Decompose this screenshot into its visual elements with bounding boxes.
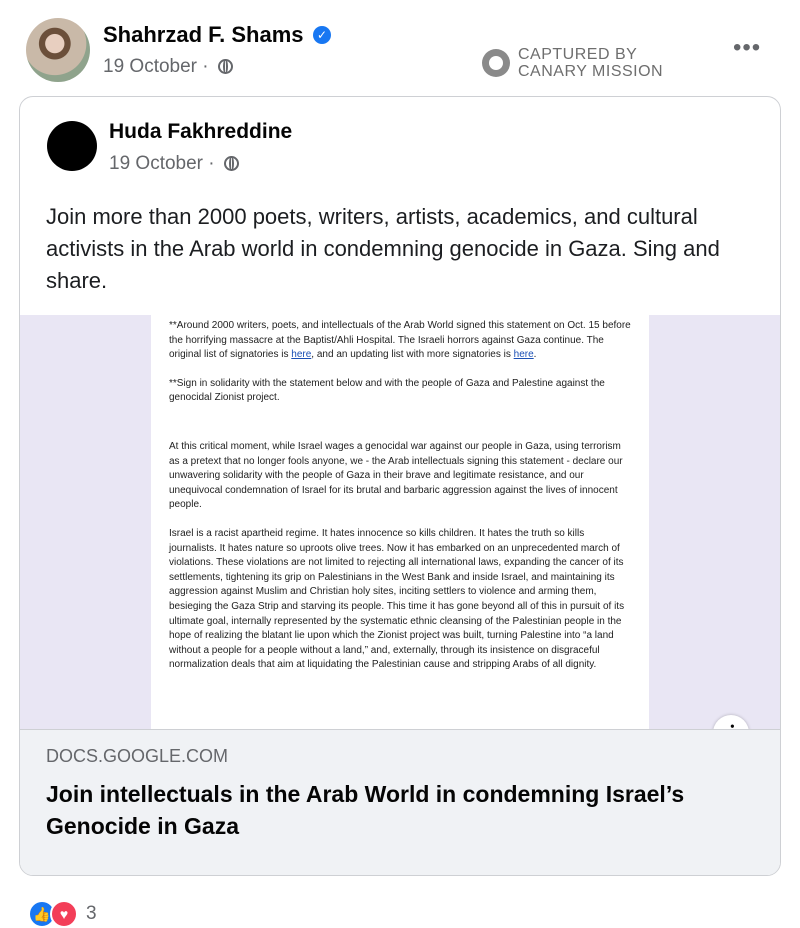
reaction-count[interactable]: 3 <box>86 903 97 925</box>
shared-post-date[interactable]: 19 October <box>109 153 203 174</box>
globe-icon[interactable] <box>223 156 239 171</box>
doc-spacer <box>169 420 631 440</box>
reactions-bar[interactable]: 👍 ♥ 3 <box>28 900 97 928</box>
shared-meta-separator: · <box>208 153 215 174</box>
verified-badge-icon: ✓ <box>313 26 331 44</box>
shared-author-name[interactable]: Huda Fakhreddine <box>109 120 292 144</box>
link-title[interactable]: Join intellectuals in the Arab World in … <box>46 778 746 842</box>
meta-separator: · <box>202 56 209 77</box>
canary-logo-icon <box>482 49 510 77</box>
more-options-icon[interactable]: ••• <box>733 34 761 62</box>
watermark-line-2: CANARY MISSION <box>518 63 664 80</box>
watermark-line-1: CAPTURED BY <box>518 46 638 63</box>
author-name[interactable]: Shahrzad F. Shams <box>103 22 304 48</box>
doc-paragraph-2: **Sign in solidarity with the statement … <box>169 377 605 404</box>
doc-paragraph-4: Israel is a racist apartheid regime. It … <box>169 527 625 671</box>
shared-post-card[interactable]: Huda Fakhreddine 19 October · Join more … <box>19 96 781 876</box>
link-preview-footer[interactable]: DOCS.GOOGLE.COM Join intellectuals in th… <box>20 729 780 875</box>
shared-post-text: Join more than 2000 poets, writers, arti… <box>46 204 720 293</box>
shared-author-avatar[interactable] <box>47 121 97 171</box>
link-preview-image[interactable]: **Around 2000 writers, poets, and intell… <box>20 315 780 729</box>
canary-mission-watermark: CAPTURED BY CANARY MISSION <box>482 46 663 80</box>
link-domain: DOCS.GOOGLE.COM <box>46 746 229 766</box>
post-date[interactable]: 19 October <box>103 56 197 77</box>
globe-icon[interactable] <box>217 59 233 74</box>
document-preview: **Around 2000 writers, poets, and intell… <box>151 315 649 729</box>
author-avatar[interactable] <box>26 18 90 82</box>
info-icon[interactable]: i <box>713 715 749 729</box>
doc-link-updating[interactable]: here <box>514 349 534 360</box>
shared-post-meta: 19 October · <box>109 153 239 175</box>
doc-paragraph-1: **Around 2000 writers, poets, and intell… <box>169 320 631 361</box>
doc-link-original[interactable]: here <box>291 349 311 360</box>
love-reaction-icon: ♥ <box>50 900 78 928</box>
doc-paragraph-3: At this critical moment, while Israel wa… <box>169 440 623 511</box>
post-meta: 19 October · <box>103 56 233 78</box>
